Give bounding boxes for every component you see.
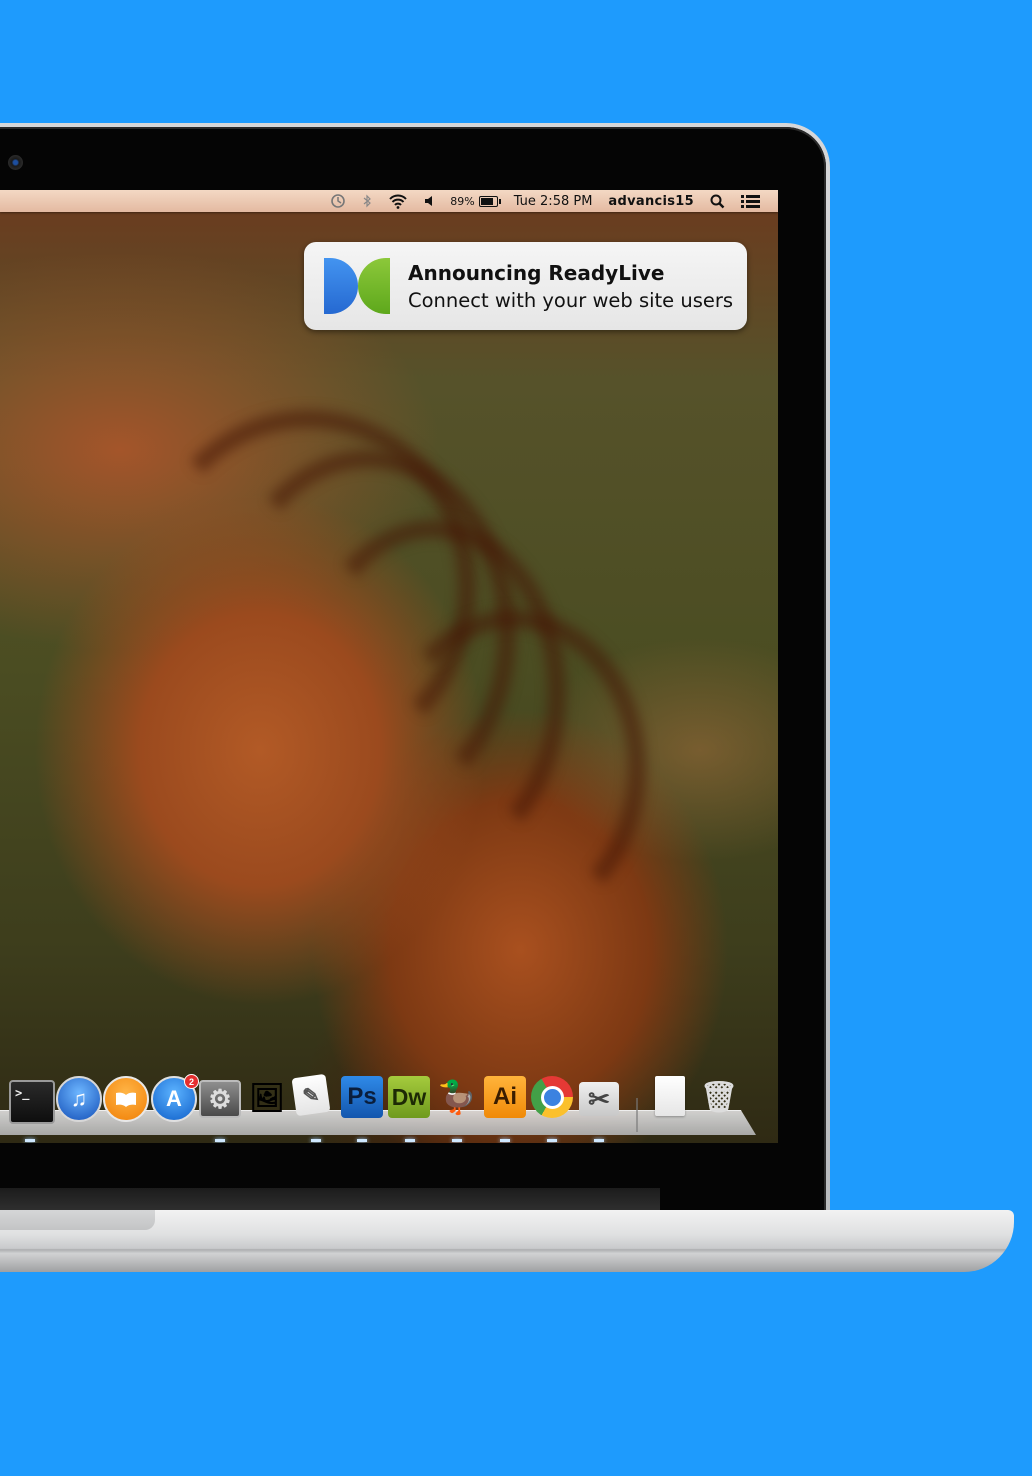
time-machine-icon[interactable] (322, 190, 354, 212)
wifi-icon[interactable] (380, 190, 416, 212)
dock: >_ ♫ A 2 ⚙ 🖼 ✎ Ps Dw 🦆 Ai ✂ 🗑 (0, 1073, 778, 1132)
notification-title: Announcing ReadyLive (408, 260, 665, 285)
spotlight-search-icon[interactable] (702, 190, 733, 212)
music-note-icon: ♫ (70, 1086, 88, 1111)
app-store-icon: A (166, 1086, 182, 1111)
volume-icon[interactable] (416, 190, 442, 212)
dock-item-photoshop[interactable]: Ps (341, 1076, 383, 1118)
readylive-logo-icon (324, 258, 390, 314)
notification-text: Announcing ReadyLive Connect with your w… (408, 261, 733, 312)
running-indicator (594, 1139, 604, 1142)
running-indicator (25, 1139, 35, 1142)
notification-banner[interactable]: Announcing ReadyLive Connect with your w… (304, 242, 747, 330)
desktop-screen: 89% Tue 2:58 PM advancis15 Announcing Re… (0, 190, 778, 1143)
book-icon (116, 1092, 136, 1107)
dock-item-ibooks[interactable] (103, 1076, 149, 1122)
running-indicator (311, 1139, 321, 1142)
bluetooth-icon[interactable] (354, 190, 380, 212)
dreamweaver-icon: Dw (391, 1083, 427, 1110)
dock-item-preview[interactable]: 🖼 (246, 1076, 288, 1118)
dock-item-app-store[interactable]: A 2 (151, 1074, 199, 1122)
notification-center-icon[interactable] (733, 190, 778, 212)
dock-item-grab[interactable]: ✂ (579, 1082, 619, 1116)
terminal-icon: >_ (15, 1086, 30, 1100)
illustrator-icon: Ai (493, 1083, 517, 1110)
battery-icon (478, 195, 501, 207)
dock-item-illustrator[interactable]: Ai (484, 1076, 526, 1118)
dock-item-system-preferences[interactable]: ⚙ (199, 1080, 241, 1118)
battery-percent: 89% (450, 194, 475, 208)
notification-body: Connect with your web site users (408, 288, 734, 312)
dock-item-cyberduck[interactable]: 🦆 (436, 1076, 478, 1118)
photoshop-icon: Ps (347, 1083, 377, 1110)
dock-item-textedit[interactable]: ✎ (291, 1073, 331, 1117)
app-store-badge: 2 (184, 1074, 199, 1089)
trash-icon: 🗑 (699, 1080, 739, 1114)
battery-status[interactable]: 89% (442, 190, 505, 212)
dock-item-terminal[interactable]: >_ (9, 1080, 55, 1124)
duck-icon: 🦆 (437, 1079, 477, 1115)
dock-item-dreamweaver[interactable]: Dw (388, 1076, 430, 1118)
laptop-open-notch (0, 1210, 155, 1230)
menu-clock[interactable]: Tue 2:58 PM (506, 190, 601, 212)
camera-icon (8, 155, 23, 170)
dock-item-documents[interactable] (655, 1076, 685, 1116)
laptop-hinge (0, 1188, 660, 1212)
menu-bar: 89% Tue 2:58 PM advancis15 (0, 190, 778, 212)
running-indicator (452, 1139, 462, 1142)
scissors-icon: ✂ (588, 1083, 610, 1114)
menu-user-name[interactable]: advancis15 (600, 190, 702, 212)
chrome-icon (540, 1085, 564, 1109)
textedit-icon: ✎ (301, 1083, 321, 1108)
dock-item-chrome[interactable] (531, 1076, 573, 1118)
running-indicator (500, 1139, 510, 1142)
running-indicator (405, 1139, 415, 1142)
running-indicator (357, 1139, 367, 1142)
dock-item-itunes[interactable]: ♫ (56, 1076, 102, 1122)
wallpaper (0, 190, 778, 1143)
dock-item-trash[interactable]: 🗑 (698, 1076, 740, 1118)
preview-icon: 🖼 (249, 1081, 285, 1113)
gear-icon: ⚙ (208, 1083, 232, 1114)
running-indicator (215, 1139, 225, 1142)
running-indicator (547, 1139, 557, 1142)
